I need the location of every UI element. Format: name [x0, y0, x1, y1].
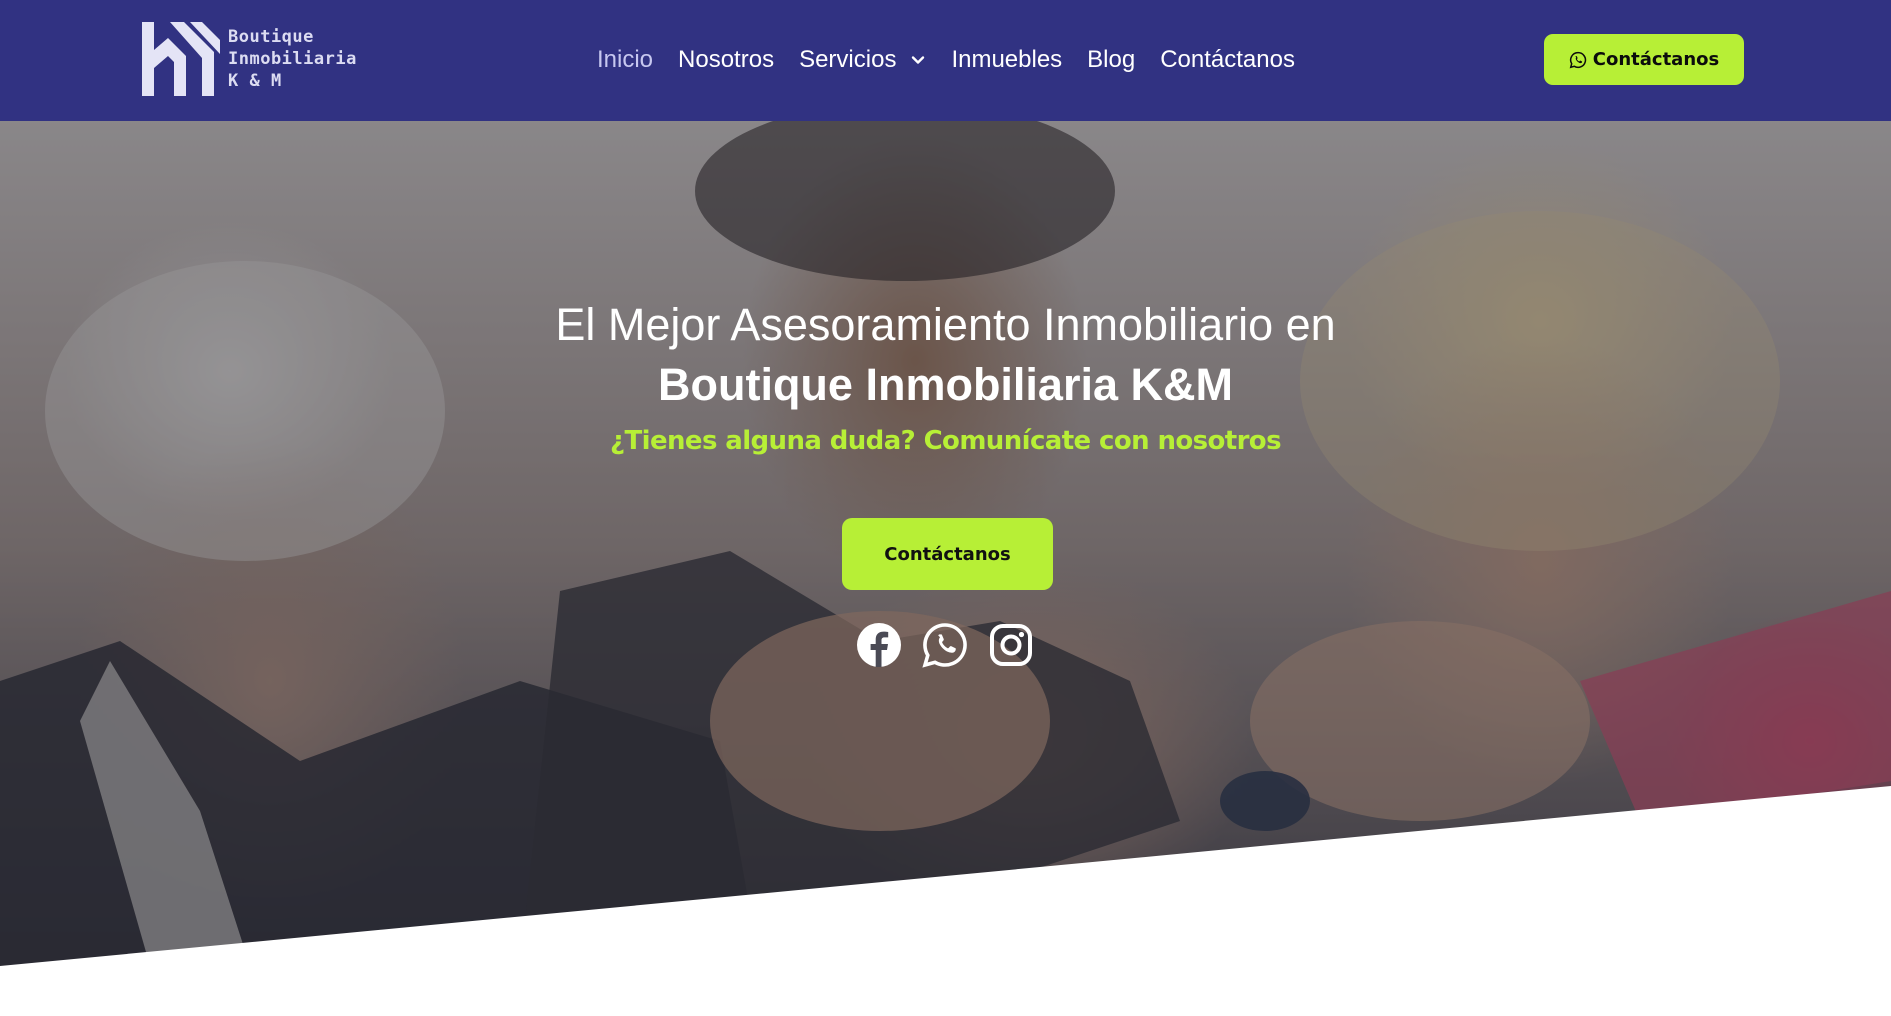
social-links — [856, 622, 1054, 668]
whatsapp-icon — [1569, 51, 1586, 68]
nav-item-servicios-label: Servicios — [799, 46, 897, 73]
hero-content: El Mejor Asesoramiento Inmobiliario en B… — [0, 121, 1891, 966]
hero-contact-button[interactable]: Contáctanos — [842, 518, 1053, 590]
house-logo-icon — [142, 22, 220, 96]
nav-item-inicio[interactable]: Inicio — [597, 46, 653, 74]
hero-subheadline: ¿Tienes alguna duda? Comunícate con noso… — [610, 426, 1282, 456]
instagram-icon — [990, 624, 1032, 666]
nav-item-servicios[interactable]: Servicios — [799, 46, 926, 74]
brand-logo[interactable]: Boutique Inmobiliaria K & M — [140, 20, 357, 100]
nav-item-inmuebles[interactable]: Inmuebles — [951, 46, 1062, 74]
whatsapp-link[interactable] — [922, 622, 968, 668]
header-contact-button[interactable]: Contáctanos — [1544, 34, 1744, 85]
whatsapp-icon — [922, 623, 967, 668]
main-nav: Inicio Nosotros Servicios Inmuebles Blog… — [597, 42, 1320, 78]
hero-headline-bold: Boutique Inmobiliaria K&M — [657, 359, 1233, 410]
nav-item-nosotros[interactable]: Nosotros — [678, 46, 774, 74]
brand-name: Boutique Inmobiliaria K & M — [228, 26, 357, 92]
instagram-link[interactable] — [988, 622, 1034, 668]
brand-line-3: K & M — [228, 71, 282, 91]
header-contact-label: Contáctanos — [1592, 49, 1720, 70]
site-header: Boutique Inmobiliaria K & M Inicio Nosot… — [0, 0, 1891, 121]
hero-section: El Mejor Asesoramiento Inmobiliario en B… — [0, 121, 1891, 966]
nav-item-blog[interactable]: Blog — [1087, 46, 1135, 74]
hero-headline-light: El Mejor Asesoramiento Inmobiliario en — [555, 299, 1336, 350]
brand-line-1: Boutique — [228, 27, 314, 47]
facebook-icon — [857, 623, 901, 667]
facebook-link[interactable] — [856, 622, 902, 668]
nav-item-contactanos[interactable]: Contáctanos — [1160, 46, 1295, 74]
brand-line-2: Inmobiliaria — [228, 49, 357, 69]
chevron-down-icon[interactable] — [910, 52, 926, 68]
